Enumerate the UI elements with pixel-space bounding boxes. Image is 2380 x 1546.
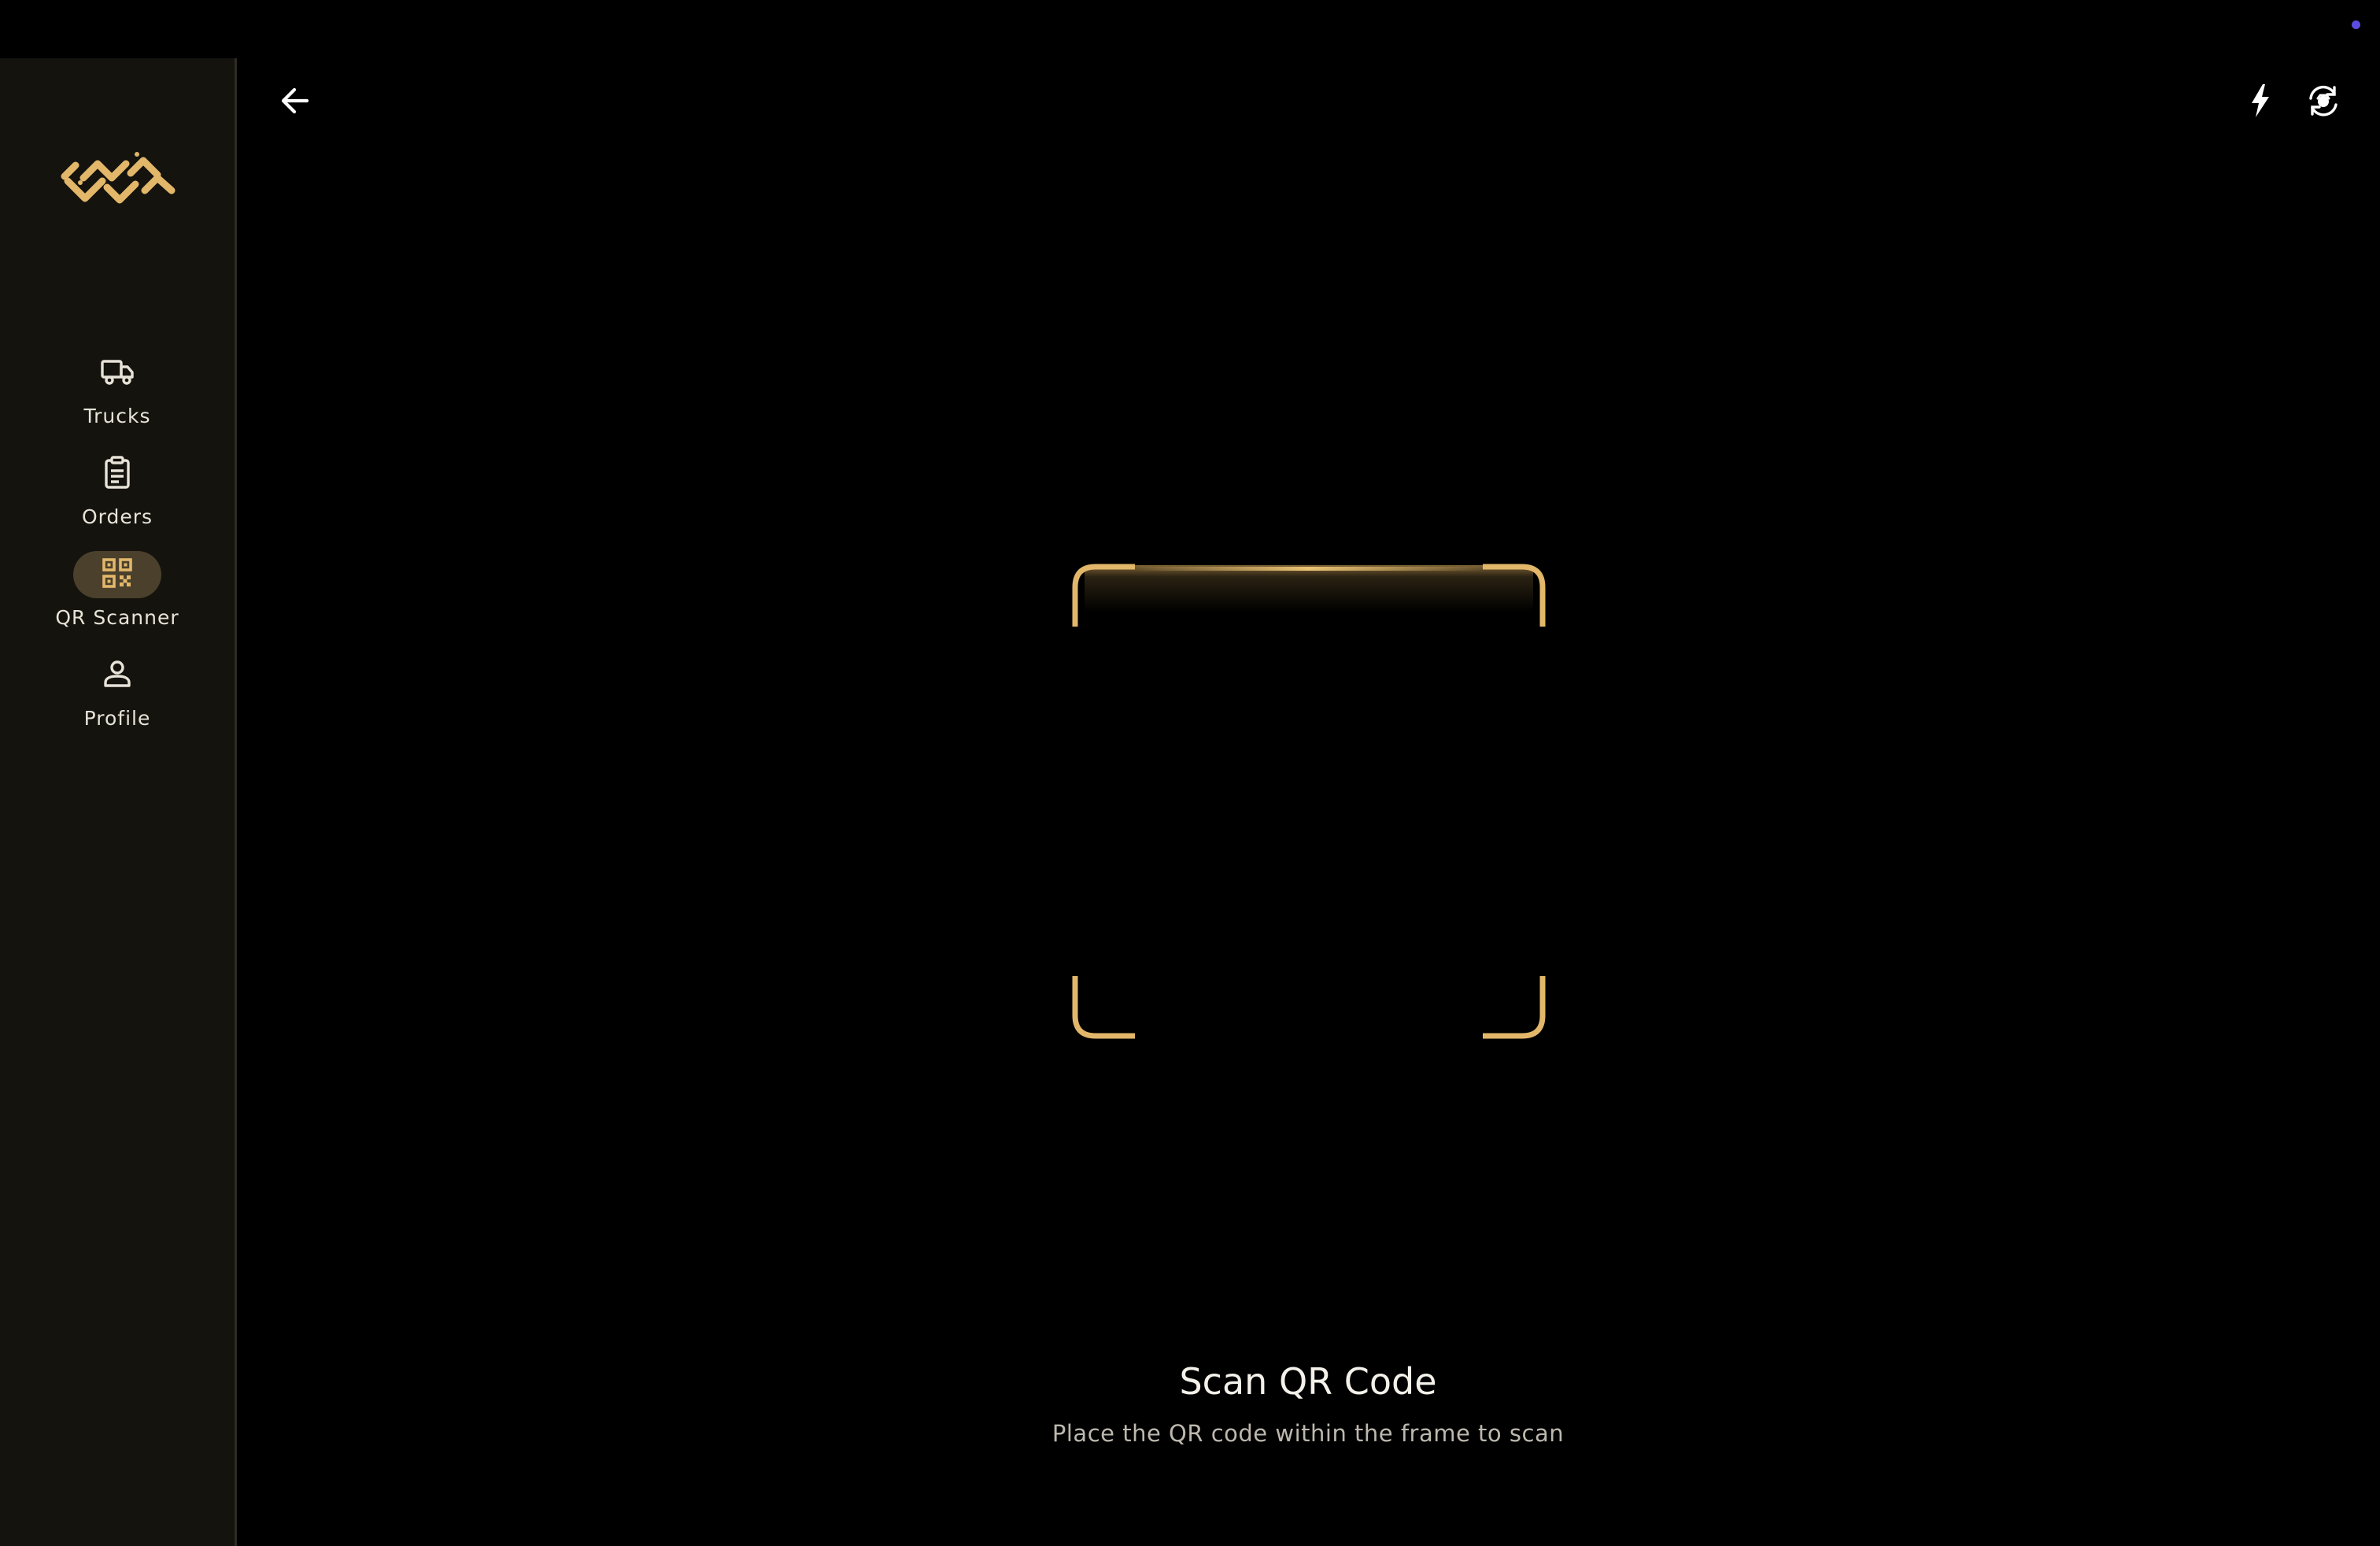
- clipboard-icon: [98, 453, 136, 494]
- nav-pill-orders: [73, 450, 161, 497]
- back-button[interactable]: [272, 79, 319, 126]
- scan-frame-corner-top-left: [1072, 564, 1135, 627]
- status-indicator-dot: [2352, 20, 2360, 29]
- nav-item-profile[interactable]: Profile: [0, 652, 235, 738]
- scan-frame: [1072, 564, 1546, 1039]
- nav-item-orders[interactable]: Orders: [0, 450, 235, 537]
- nav-pill-trucks: [73, 350, 161, 397]
- flash-icon: [2241, 81, 2280, 124]
- scan-frame-corner-bottom-left: [1072, 976, 1135, 1039]
- switch-camera-icon: [2304, 81, 2343, 124]
- navigation-rail: Trucks Orders QR Scanner Profile: [0, 58, 237, 1546]
- switch-camera-button[interactable]: [2298, 77, 2349, 128]
- flash-toggle-button[interactable]: [2235, 77, 2286, 128]
- scan-title: Scan QR Code: [1179, 1360, 1437, 1403]
- brand-logo: [60, 145, 176, 214]
- truck-icon: [98, 353, 136, 394]
- scan-frame-corner-top-right: [1483, 564, 1546, 627]
- nav-pill-qr-scanner: [73, 551, 161, 598]
- nav-label-orders: Orders: [81, 505, 153, 528]
- nav-item-qr-scanner[interactable]: QR Scanner: [0, 551, 235, 638]
- nav-label-trucks: Trucks: [83, 405, 151, 427]
- qr-code-icon: [98, 554, 136, 595]
- nav-item-trucks[interactable]: Trucks: [0, 350, 235, 436]
- nav-pill-profile: [73, 652, 161, 699]
- arrow-left-icon: [277, 83, 313, 122]
- nav-label-profile: Profile: [83, 707, 151, 730]
- qr-scanner-screen: Trucks Orders QR Scanner Profile Scan QR…: [0, 0, 2380, 1546]
- top-status-bar: [0, 0, 2380, 58]
- person-icon: [98, 655, 136, 696]
- nav-label-qr-scanner: QR Scanner: [55, 606, 179, 629]
- scan-instruction: Place the QR code within the frame to sc…: [1051, 1420, 1565, 1447]
- scan-frame-corner-bottom-right: [1483, 976, 1546, 1039]
